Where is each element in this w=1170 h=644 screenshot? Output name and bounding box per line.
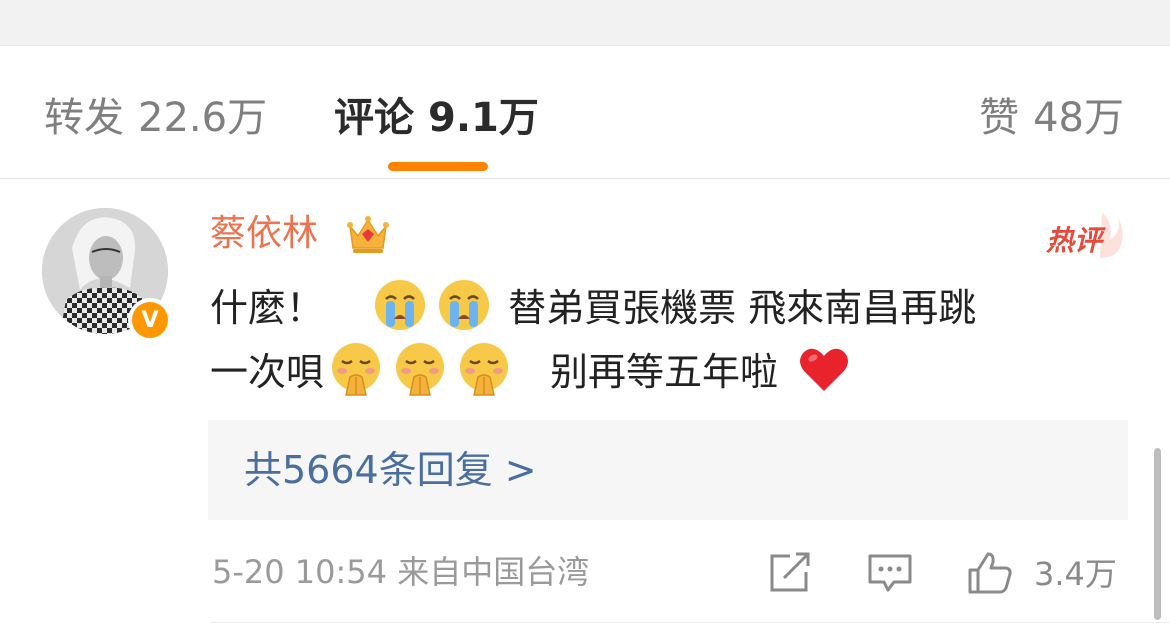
crying-face-emoji-icon — [375, 280, 426, 330]
scrollbar[interactable] — [1154, 448, 1161, 620]
comment-text: 什麼！ 替弟買張機票 飛來南昌再跳 一次唄 别再等五年啦 — [210, 276, 1130, 404]
comment-timestamp: 5-20 10:54 — [212, 553, 388, 591]
tab-repost-count: 22.6万 — [138, 95, 268, 141]
top-separator-band — [0, 0, 1170, 46]
tab-like-label: 赞 — [979, 95, 1020, 141]
tab-bar: 转发 22.6万 评论 9.1万 赞 48万 — [0, 46, 1170, 178]
comment-text-part2: 替弟買張機票 飛來南昌再跳 — [508, 286, 977, 330]
crying-face-emoji-icon — [439, 280, 490, 330]
tab-like-count: 48万 — [1033, 95, 1124, 141]
replies-link[interactable]: 共5664条回复 > — [244, 446, 537, 494]
view-replies-button[interactable]: 共5664条回复 > — [208, 420, 1128, 520]
comment-text-part1: 什麼！ — [210, 286, 325, 330]
comment-source: 来自中国台湾 — [397, 553, 590, 591]
comment-text-part4: 别再等五年啦 — [550, 350, 779, 394]
tab-comment-label: 评论 — [334, 95, 414, 141]
thumbs-up-icon[interactable] — [966, 550, 1014, 596]
tab-divider — [0, 178, 1170, 179]
active-tab-indicator — [388, 162, 488, 171]
pleading-hands-emoji-icon — [460, 343, 509, 396]
tab-repost-label: 转发 — [44, 95, 124, 141]
tab-comment[interactable]: 评论 9.1万 — [334, 94, 539, 142]
comment-username[interactable]: 蔡依林 — [210, 212, 318, 256]
red-heart-emoji-icon — [800, 348, 849, 391]
tab-comment-count: 9.1万 — [428, 95, 539, 141]
tab-repost[interactable]: 转发 22.6万 — [44, 94, 267, 142]
hot-comment-label: 热评 — [1045, 224, 1106, 257]
comment-meta: 5-20 10:54 来自中国台湾 — [212, 552, 589, 592]
tab-like[interactable]: 赞 48万 — [979, 94, 1124, 142]
comment-like-count: 3.4万 — [1034, 555, 1117, 593]
pleading-hands-emoji-icon — [396, 343, 445, 396]
verified-badge-icon: V — [128, 298, 172, 342]
share-icon[interactable] — [766, 550, 814, 596]
comment-text-part3: 一次唄 — [210, 350, 325, 394]
crown-icon — [347, 216, 389, 253]
hot-comment-tag: 热评 — [1045, 212, 1123, 258]
pleading-hands-emoji-icon — [332, 343, 381, 396]
comment-icon[interactable] — [866, 550, 914, 596]
comment-divider — [210, 622, 1170, 623]
